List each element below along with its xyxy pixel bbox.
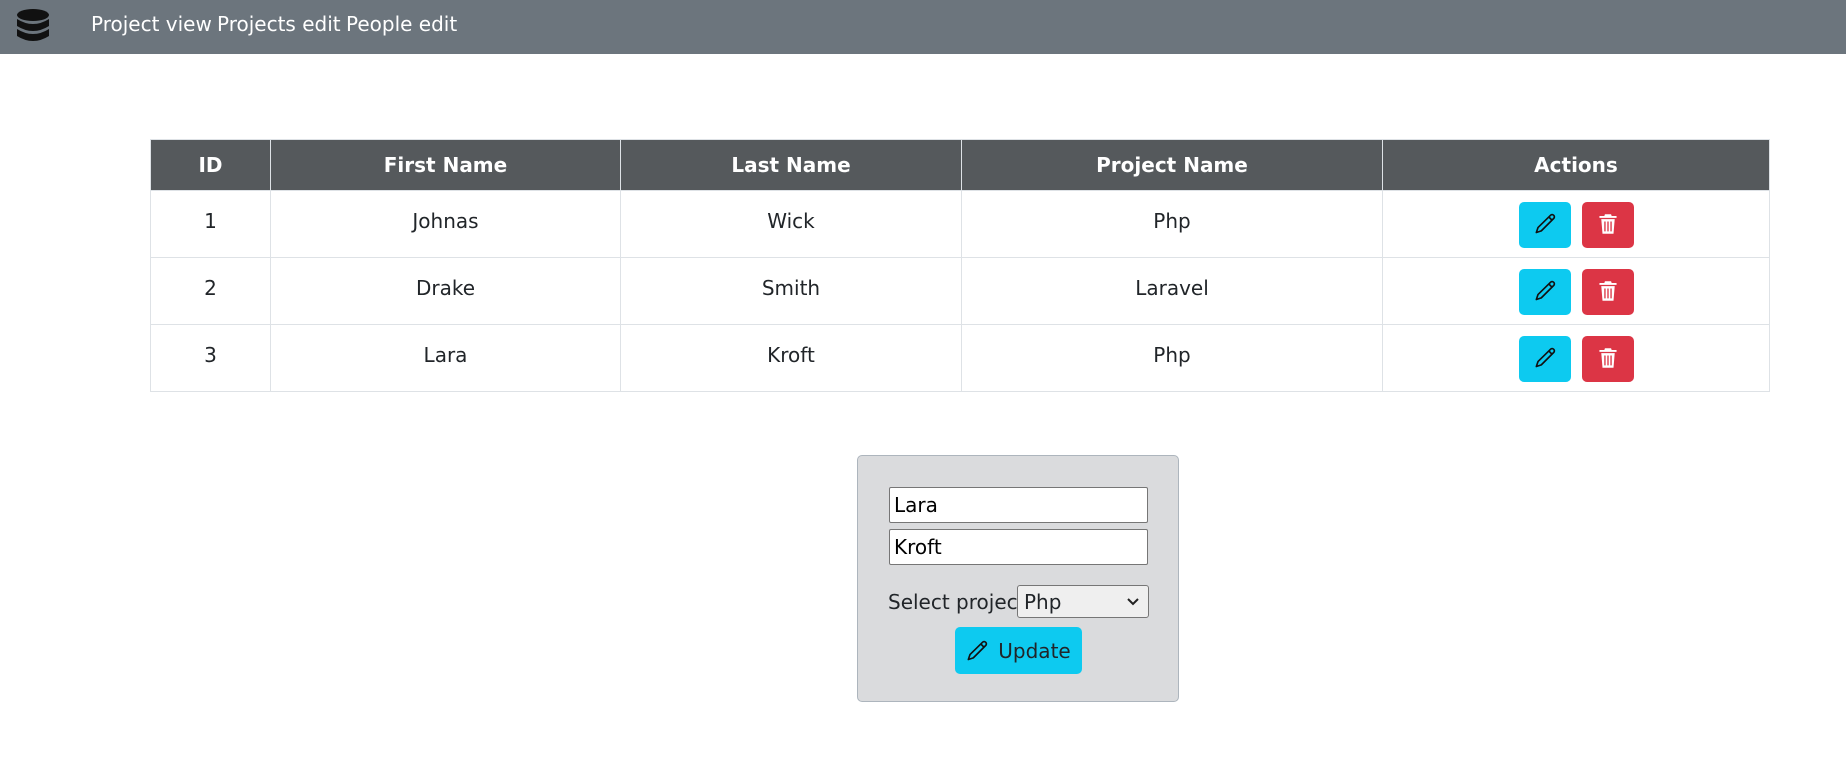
delete-button[interactable] xyxy=(1581,202,1634,248)
header-first-name: First Name xyxy=(270,139,621,191)
cell-id: 2 xyxy=(150,257,271,325)
edit-button[interactable] xyxy=(1518,269,1571,315)
trash-icon xyxy=(1598,347,1618,372)
header-actions: Actions xyxy=(1382,139,1770,191)
table-row: 3 Lara Kroft Php xyxy=(150,324,1770,392)
table-row: 1 Johnas Wick Php xyxy=(150,190,1770,258)
people-table-container: ID First Name Last Name Project Name Act… xyxy=(150,139,1770,392)
cell-actions xyxy=(1382,190,1770,258)
cell-id: 1 xyxy=(150,190,271,258)
pencil-icon xyxy=(1534,280,1556,305)
header-last-name: Last Name xyxy=(620,139,962,191)
cell-first-name: Lara xyxy=(270,324,621,392)
nav-link-projects-edit[interactable]: Projects edit xyxy=(217,0,341,54)
last-name-input[interactable] xyxy=(889,529,1148,565)
edit-button[interactable] xyxy=(1518,202,1571,248)
header-id: ID xyxy=(150,139,271,191)
cell-id: 3 xyxy=(150,324,271,392)
chevron-down-icon xyxy=(1122,591,1144,613)
project-select-value: Php xyxy=(1024,589,1062,614)
select-project-label: Select project: xyxy=(888,590,1033,614)
nav-link-people-edit[interactable]: People edit xyxy=(346,0,457,54)
cell-project: Laravel xyxy=(961,257,1383,325)
project-select[interactable]: Php xyxy=(1017,585,1149,618)
pencil-icon xyxy=(1534,347,1556,372)
people-table: ID First Name Last Name Project Name Act… xyxy=(150,139,1770,392)
trash-icon xyxy=(1598,213,1618,238)
cell-project: Php xyxy=(961,190,1383,258)
pencil-icon xyxy=(1534,213,1556,238)
cell-actions xyxy=(1382,257,1770,325)
cell-actions xyxy=(1382,324,1770,392)
cell-first-name: Johnas xyxy=(270,190,621,258)
delete-button[interactable] xyxy=(1581,269,1634,315)
update-button[interactable]: Update xyxy=(955,627,1082,674)
delete-button[interactable] xyxy=(1581,336,1634,382)
cell-last-name: Smith xyxy=(620,257,962,325)
cell-last-name: Wick xyxy=(620,190,962,258)
first-name-input[interactable] xyxy=(889,487,1148,523)
cell-first-name: Drake xyxy=(270,257,621,325)
update-button-label: Update xyxy=(998,638,1071,663)
trash-icon xyxy=(1598,280,1618,305)
edit-person-form: Select project: Php Update xyxy=(857,455,1179,702)
cell-project: Php xyxy=(961,324,1383,392)
navbar: Project view Projects edit People edit xyxy=(0,0,1846,54)
database-icon[interactable] xyxy=(16,5,50,49)
header-project-name: Project Name xyxy=(961,139,1383,191)
pencil-icon xyxy=(966,640,988,662)
nav-link-project-view[interactable]: Project view xyxy=(91,0,212,54)
edit-button[interactable] xyxy=(1518,336,1571,382)
table-header-row: ID First Name Last Name Project Name Act… xyxy=(150,139,1770,191)
cell-last-name: Kroft xyxy=(620,324,962,392)
table-row: 2 Drake Smith Laravel xyxy=(150,257,1770,325)
